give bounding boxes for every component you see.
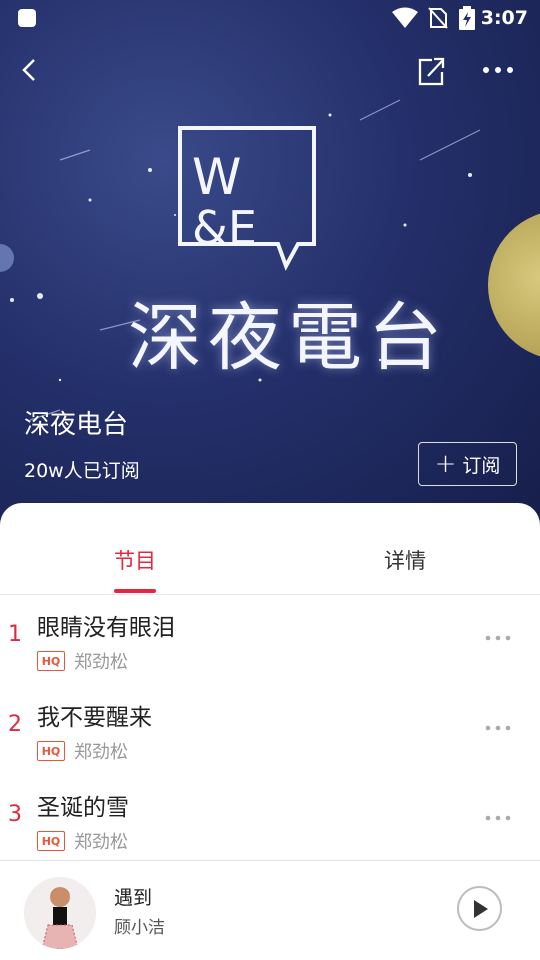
subscriber-count: 20w人已订阅 — [24, 460, 140, 482]
more-dots-icon — [485, 635, 511, 641]
track-index: 3 — [8, 802, 22, 827]
track-title: 我不要醒来 — [37, 705, 152, 731]
plus-icon: + — [434, 449, 457, 479]
subscribe-label: 订阅 — [462, 454, 501, 477]
share-button[interactable] — [414, 54, 448, 88]
radio-name: 深夜电台 — [24, 410, 129, 440]
more-options-button[interactable] — [478, 54, 518, 86]
no-sim-icon — [428, 7, 448, 29]
track-title: 眼睛没有眼泪 — [37, 615, 175, 641]
list-item[interactable]: 3 圣诞的雪 HQ 郑劲松 — [0, 778, 540, 868]
logo-line1: W — [192, 148, 241, 206]
track-index: 2 — [8, 712, 22, 737]
status-bar: 3:07 — [0, 0, 540, 36]
track-title: 圣诞的雪 — [37, 795, 129, 821]
list-item[interactable]: 2 我不要醒来 HQ 郑劲松 — [0, 688, 540, 778]
cover-title: 深夜電台 — [128, 295, 448, 381]
now-playing-singer: 顾小洁 — [114, 918, 165, 938]
track-more-button[interactable] — [482, 806, 516, 830]
tab-programs[interactable]: 节目 — [114, 545, 156, 575]
play-icon — [473, 899, 488, 918]
hq-badge-icon: HQ — [37, 831, 65, 851]
track-artist: 郑劲松 — [74, 742, 128, 763]
more-dots-icon — [485, 815, 511, 821]
radio-cover-header: W &E 深夜電台 深夜电台 20w人已订阅 + 订阅 — [0, 0, 540, 530]
tab-bar: 节目 详情 — [0, 503, 540, 595]
wifi-icon — [392, 7, 418, 28]
album-art-avatar[interactable] — [24, 877, 96, 949]
hq-badge-icon: HQ — [37, 741, 65, 761]
more-dots-icon — [485, 725, 511, 731]
track-more-button[interactable] — [482, 716, 516, 740]
chevron-left-icon — [22, 59, 35, 81]
subscribe-button[interactable]: + 订阅 — [418, 442, 517, 486]
track-artist: 郑劲松 — [74, 832, 128, 853]
list-item[interactable]: 1 眼睛没有眼泪 HQ 郑劲松 — [0, 598, 540, 688]
status-time: 3:07 — [480, 7, 528, 29]
back-button[interactable] — [14, 54, 46, 86]
play-button[interactable] — [457, 886, 502, 931]
more-dots-icon — [483, 67, 513, 73]
track-artist: 郑劲松 — [74, 652, 128, 673]
cover-logo: W &E — [178, 126, 318, 275]
notification-app-icon — [18, 9, 36, 27]
battery-charging-icon — [459, 6, 475, 30]
active-tab-indicator — [114, 589, 156, 593]
track-index: 1 — [8, 622, 22, 647]
share-icon — [418, 57, 445, 86]
hq-badge-icon: HQ — [37, 651, 65, 671]
now-playing-song: 遇到 — [114, 887, 153, 909]
mini-player[interactable]: 遇到 顾小洁 — [0, 860, 540, 960]
tab-details[interactable]: 详情 — [384, 545, 426, 575]
logo-line2: &E — [192, 201, 257, 255]
track-more-button[interactable] — [482, 626, 516, 650]
